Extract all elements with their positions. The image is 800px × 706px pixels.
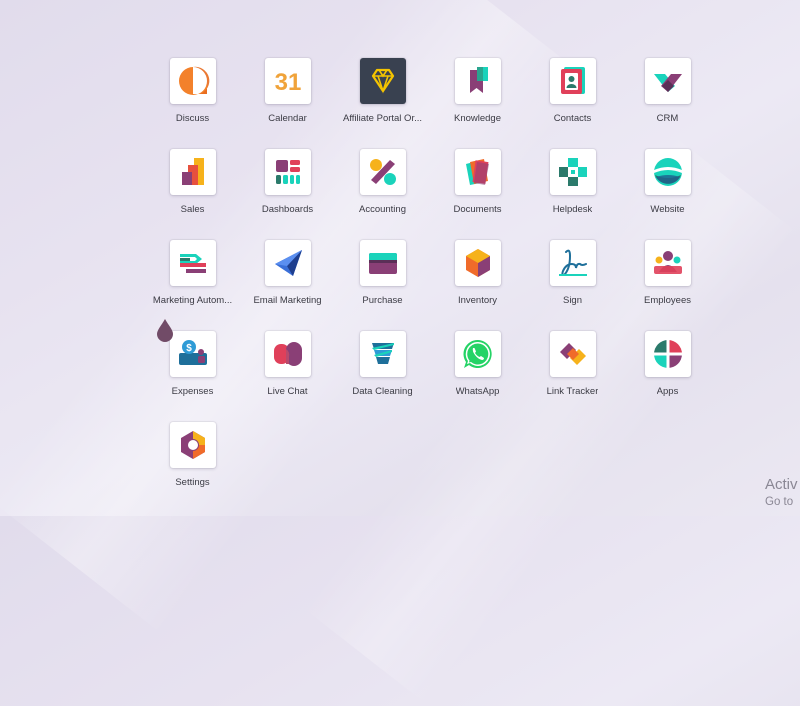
app-expenses[interactable]: $ Expenses — [145, 331, 240, 411]
app-label: Dashboards — [261, 204, 314, 215]
app-knowledge[interactable]: Knowledge — [430, 58, 525, 138]
app-label: Settings — [175, 477, 210, 488]
calendar-icon: 31 — [264, 58, 311, 104]
diamond-icon — [359, 58, 406, 104]
chat-bubbles-icon — [264, 331, 311, 377]
money-icon: $ — [169, 331, 216, 377]
app-dashboards[interactable]: Dashboards — [240, 149, 335, 229]
svg-text:31: 31 — [274, 69, 301, 96]
app-live-chat[interactable]: Live Chat — [240, 331, 335, 411]
percent-icon — [359, 149, 406, 195]
app-sales[interactable]: Sales — [145, 149, 240, 229]
purple-drop-icon — [157, 319, 173, 342]
app-helpdesk[interactable]: Helpdesk — [525, 149, 620, 229]
whatsapp-icon — [454, 331, 501, 377]
app-label: Sales — [180, 204, 205, 215]
bookmark-icon — [454, 58, 501, 104]
app-link-tracker[interactable]: Link Tracker — [525, 331, 620, 411]
app-label: Email Marketing — [253, 295, 322, 306]
app-label: Documents — [453, 204, 502, 215]
app-label: Affiliate Portal Or... — [342, 113, 423, 124]
documents-icon — [454, 149, 501, 195]
app-label: Accounting — [358, 204, 406, 215]
app-apps[interactable]: Apps — [620, 331, 715, 411]
people-icon — [644, 240, 691, 286]
app-label: Data Cleaning — [352, 386, 413, 397]
watermark-line1: Activ — [765, 476, 798, 493]
calendar-digit-3: 31 — [274, 69, 301, 96]
apps-circle-icon — [644, 331, 691, 377]
bar-chart-icon — [169, 149, 216, 195]
app-label: Sign — [562, 295, 582, 306]
app-label: Calendar — [268, 113, 307, 124]
app-calendar[interactable]: 31 Calendar — [240, 58, 335, 138]
data-cleaning-icon — [359, 331, 406, 377]
app-label: Helpdesk — [552, 204, 593, 215]
app-contacts[interactable]: Contacts — [525, 58, 620, 138]
app-label: Marketing Autom... — [152, 295, 233, 306]
app-inventory[interactable]: Inventory — [430, 240, 525, 320]
windows-activation-watermark: Activ Go to — [765, 476, 798, 510]
app-settings[interactable]: Settings — [145, 422, 240, 502]
app-documents[interactable]: Documents — [430, 149, 525, 229]
handshake-icon — [644, 58, 691, 104]
credit-card-icon — [359, 240, 406, 286]
link-icon — [549, 331, 596, 377]
contact-card-icon — [549, 58, 596, 104]
app-label: Contacts — [553, 113, 592, 124]
app-label: Website — [650, 204, 685, 215]
app-accounting[interactable]: Accounting — [335, 149, 430, 229]
automation-icon — [169, 240, 216, 286]
dashboard-icon — [264, 149, 311, 195]
helpdesk-cross-icon — [549, 149, 596, 195]
app-label: Inventory — [457, 295, 498, 306]
svg-text:$: $ — [186, 343, 192, 354]
box-icon — [454, 240, 501, 286]
app-label: Discuss — [175, 113, 210, 124]
globe-icon — [644, 149, 691, 195]
app-whatsapp[interactable]: WhatsApp — [430, 331, 525, 411]
app-label: Link Tracker — [546, 386, 599, 397]
app-label: CRM — [656, 113, 679, 124]
app-data-cleaning[interactable]: Data Cleaning — [335, 331, 430, 411]
paper-plane-icon — [264, 240, 311, 286]
app-website[interactable]: Website — [620, 149, 715, 229]
app-label: WhatsApp — [455, 386, 500, 397]
app-label: Employees — [644, 295, 691, 306]
app-label: Purchase — [362, 295, 403, 306]
app-affiliate-portal[interactable]: Affiliate Portal Or... — [335, 58, 430, 138]
app-purchase[interactable]: Purchase — [335, 240, 430, 320]
app-sign[interactable]: Sign — [525, 240, 620, 320]
app-marketing-automation[interactable]: Marketing Autom... — [145, 240, 240, 320]
settings-hex-icon — [169, 422, 216, 468]
signature-icon — [549, 240, 596, 286]
app-label: Apps — [656, 386, 679, 397]
discuss-icon — [169, 58, 216, 104]
app-employees[interactable]: Employees — [620, 240, 715, 320]
app-crm[interactable]: CRM — [620, 58, 715, 138]
app-email-marketing[interactable]: Email Marketing — [240, 240, 335, 320]
watermark-line2: Go to — [765, 496, 794, 508]
app-discuss[interactable]: Discuss — [145, 58, 240, 138]
app-label: Knowledge — [453, 113, 501, 124]
app-label: Expenses — [171, 386, 214, 397]
app-label: Live Chat — [267, 386, 308, 397]
